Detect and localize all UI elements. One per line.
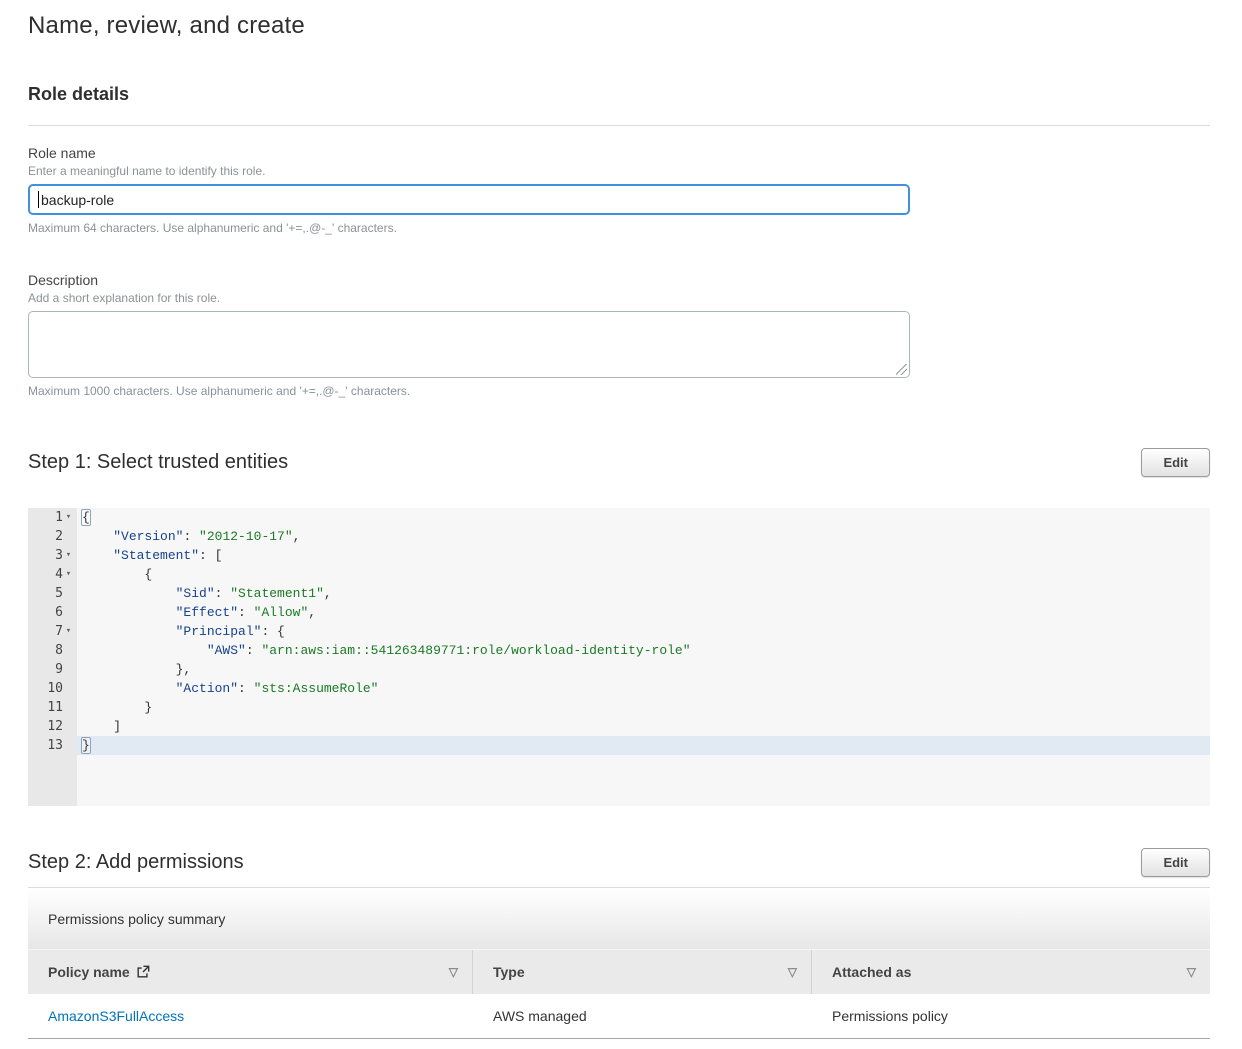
line-number-gutter: 4▾ bbox=[28, 565, 77, 584]
line-number: 7 bbox=[55, 622, 63, 641]
code-text: "Action": "sts:AssumeRole" bbox=[77, 679, 1210, 698]
line-number: 13 bbox=[47, 736, 63, 755]
code-text: }, bbox=[77, 660, 1210, 679]
column-header-policy-name: Policy name ▽ bbox=[28, 950, 473, 994]
sort-dropdown-icon[interactable]: ▽ bbox=[449, 965, 458, 979]
role-name-help: Enter a meaningful name to identify this… bbox=[28, 164, 1210, 178]
line-number: 3 bbox=[55, 546, 63, 565]
code-line: 13} bbox=[28, 736, 1210, 755]
resize-handle-icon[interactable] bbox=[896, 364, 907, 375]
policy-table-row: AmazonS3FullAccess AWS managedPermissions… bbox=[28, 994, 1210, 1039]
sort-dropdown-icon[interactable]: ▽ bbox=[1187, 965, 1196, 979]
line-number-gutter: 1▾ bbox=[28, 508, 77, 527]
column-header-attached-as: Attached as ▽ bbox=[812, 950, 1210, 994]
code-line: 9 }, bbox=[28, 660, 1210, 679]
step1-edit-button[interactable]: Edit bbox=[1141, 448, 1210, 477]
line-number-gutter: 13 bbox=[28, 736, 77, 755]
description-textarea[interactable] bbox=[28, 311, 910, 378]
step1-heading: Step 1: Select trusted entities bbox=[28, 451, 288, 474]
code-text: { bbox=[77, 565, 1210, 584]
permissions-panel: Permissions policy summary Policy name▽T… bbox=[28, 887, 1210, 1039]
line-number-gutter: 7▾ bbox=[28, 622, 77, 641]
line-number-gutter: 10 bbox=[28, 679, 77, 698]
code-line: 2 "Version": "2012-10-17", bbox=[28, 527, 1210, 546]
policy-name-link[interactable]: AmazonS3FullAccess bbox=[48, 1008, 184, 1024]
code-line: 12 ] bbox=[28, 717, 1210, 736]
column-header-label: Attached as bbox=[832, 964, 911, 980]
description-help: Add a short explanation for this role. bbox=[28, 291, 1210, 305]
code-line: 10 "Action": "sts:AssumeRole" bbox=[28, 679, 1210, 698]
line-number: 6 bbox=[55, 603, 63, 622]
step2-edit-button[interactable]: Edit bbox=[1141, 848, 1210, 877]
code-text: "AWS": "arn:aws:iam::541263489771:role/w… bbox=[77, 641, 1210, 660]
section-divider bbox=[28, 125, 1210, 126]
code-text: { bbox=[77, 508, 1210, 527]
policy-attached-as-cell: Permissions policy bbox=[812, 994, 1210, 1038]
line-number: 4 bbox=[55, 565, 63, 584]
trust-policy-code-editor[interactable]: 1▾{2 "Version": "2012-10-17",3▾ "Stateme… bbox=[28, 508, 1210, 806]
sort-dropdown-icon[interactable]: ▽ bbox=[788, 965, 797, 979]
code-line: 11 } bbox=[28, 698, 1210, 717]
code-line: 7▾ "Principal": { bbox=[28, 622, 1210, 641]
line-number: 9 bbox=[55, 660, 63, 679]
line-number-gutter: 8 bbox=[28, 641, 77, 660]
code-text: } bbox=[77, 698, 1210, 717]
line-number-gutter: 5 bbox=[28, 584, 77, 603]
code-line: 1▾{ bbox=[28, 508, 1210, 527]
external-link-icon bbox=[136, 965, 150, 979]
permissions-panel-title: Permissions policy summary bbox=[48, 911, 225, 927]
line-number-gutter: 2 bbox=[28, 527, 77, 546]
line-number: 5 bbox=[55, 584, 63, 603]
line-number-gutter: 3▾ bbox=[28, 546, 77, 565]
line-number-gutter: 6 bbox=[28, 603, 77, 622]
page-title: Name, review, and create bbox=[28, 12, 1210, 40]
role-name-input[interactable] bbox=[28, 184, 910, 215]
line-number-gutter: 12 bbox=[28, 717, 77, 736]
column-header-type: Type ▽ bbox=[473, 950, 812, 994]
column-header-label: Policy name bbox=[48, 964, 150, 980]
policy-type-cell: AWS managed bbox=[473, 994, 812, 1038]
code-text: "Principal": { bbox=[77, 622, 1210, 641]
fold-icon[interactable]: ▾ bbox=[63, 508, 74, 527]
role-name-label: Role name bbox=[28, 145, 1210, 161]
line-number-gutter: 9 bbox=[28, 660, 77, 679]
line-number: 12 bbox=[47, 717, 63, 736]
line-number: 1 bbox=[55, 508, 63, 527]
step2-heading: Step 2: Add permissions bbox=[28, 851, 244, 874]
line-number: 2 bbox=[55, 527, 63, 546]
fold-icon[interactable]: ▾ bbox=[63, 622, 74, 641]
code-line: 3▾ "Statement": [ bbox=[28, 546, 1210, 565]
policy-table-header: Policy name ▽ Type ▽ Attached as ▽ bbox=[28, 949, 1210, 994]
policy-name-cell: AmazonS3FullAccess bbox=[28, 994, 473, 1038]
code-line: 4▾ { bbox=[28, 565, 1210, 584]
code-text: } bbox=[77, 736, 1210, 755]
code-line: 6 "Effect": "Allow", bbox=[28, 603, 1210, 622]
role-name-hint: Maximum 64 characters. Use alphanumeric … bbox=[28, 221, 1210, 235]
policy-table-body: AmazonS3FullAccess AWS managedPermissions… bbox=[28, 994, 1210, 1039]
description-hint: Maximum 1000 characters. Use alphanumeri… bbox=[28, 384, 1210, 398]
fold-icon[interactable]: ▾ bbox=[63, 565, 74, 584]
line-number: 10 bbox=[47, 679, 63, 698]
line-number: 11 bbox=[47, 698, 63, 717]
code-text: "Version": "2012-10-17", bbox=[77, 527, 1210, 546]
line-number-gutter: 11 bbox=[28, 698, 77, 717]
code-text: ] bbox=[77, 717, 1210, 736]
code-text: "Statement": [ bbox=[77, 546, 1210, 565]
text-cursor bbox=[38, 191, 39, 208]
fold-icon[interactable]: ▾ bbox=[63, 546, 74, 565]
code-text: "Sid": "Statement1", bbox=[77, 584, 1210, 603]
description-label: Description bbox=[28, 272, 1210, 288]
line-number: 8 bbox=[55, 641, 63, 660]
page-container: Name, review, and create Role details Ro… bbox=[0, 12, 1242, 1039]
permissions-panel-header: Permissions policy summary bbox=[28, 887, 1210, 949]
code-text: "Effect": "Allow", bbox=[77, 603, 1210, 622]
code-line: 8 "AWS": "arn:aws:iam::541263489771:role… bbox=[28, 641, 1210, 660]
role-details-heading: Role details bbox=[28, 84, 1210, 105]
column-header-label: Type bbox=[493, 964, 525, 980]
code-line: 5 "Sid": "Statement1", bbox=[28, 584, 1210, 603]
